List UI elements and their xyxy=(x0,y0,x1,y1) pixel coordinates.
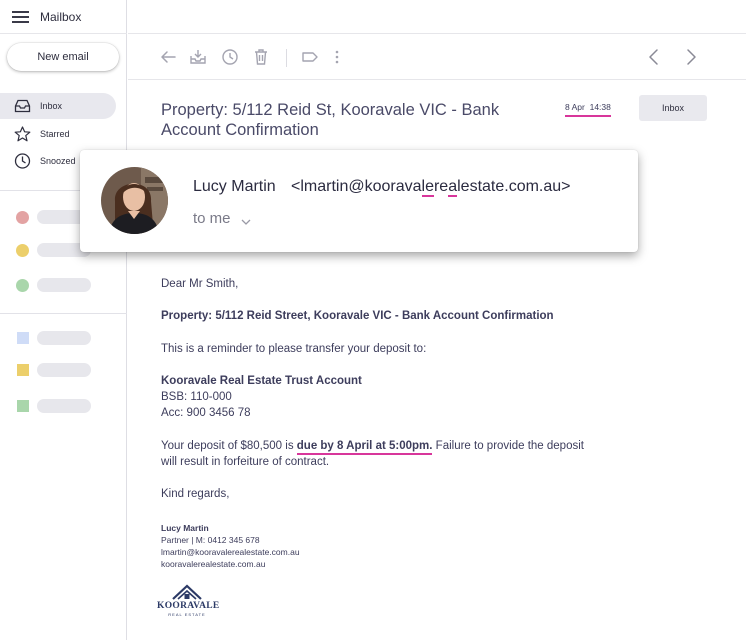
deposit-due-highlight: due by 8 April at 5:00pm. xyxy=(296,440,433,455)
email-subject: Property: 5/112 Reid St, Kooravale VIC -… xyxy=(161,101,500,139)
sender-email: <lmartin@kooravalerealestate.com.au> xyxy=(291,178,571,197)
label-color-dot xyxy=(16,244,29,257)
label-tag-icon[interactable] xyxy=(300,47,320,67)
sidebar-item-starred[interactable]: Starred xyxy=(0,121,116,147)
folder-color-square xyxy=(17,364,29,376)
account-name: Kooravale Real Estate Trust Account xyxy=(161,375,362,387)
sidebar: Mailbox New email Inbox Starred Snoozed xyxy=(0,0,127,640)
signature-website[interactable]: kooravalerealestate.com.au xyxy=(161,558,265,570)
sender-email-part: <lmartin@koorava xyxy=(291,178,422,195)
folder-color-square xyxy=(17,332,29,344)
sidebar-folder-item[interactable] xyxy=(16,362,116,378)
label-placeholder xyxy=(37,278,91,292)
sidebar-item-label: Inbox xyxy=(40,101,63,111)
company-logo: KOORAVALE REAL ESTATE xyxy=(157,583,220,619)
sidebar-divider xyxy=(0,313,127,314)
folder-placeholder xyxy=(37,363,91,377)
inbox-icon xyxy=(14,98,31,114)
email-greeting: Dear Mr Smith, xyxy=(161,278,239,290)
email-date: 8 Apr 14:38 xyxy=(565,102,611,117)
new-email-button[interactable]: New email xyxy=(7,43,119,71)
folder-placeholder xyxy=(37,399,91,413)
signoff: Kind regards, xyxy=(161,488,230,500)
email-heading: Property: 5/112 Reid Street, Kooravale V… xyxy=(161,310,554,322)
app-title: Mailbox xyxy=(40,10,82,24)
account-number: Acc: 900 3456 78 xyxy=(161,407,251,419)
archive-icon[interactable] xyxy=(188,47,208,67)
more-vertical-icon[interactable] xyxy=(327,47,347,67)
suspicious-highlight: a xyxy=(448,178,458,197)
sender-email-part: re xyxy=(433,178,449,195)
house-logo-icon xyxy=(172,584,202,600)
prev-chevron-icon[interactable] xyxy=(644,47,664,67)
sidebar-item-inbox[interactable]: Inbox xyxy=(0,93,116,119)
suspicious-highlight: le xyxy=(421,178,434,197)
chevron-down-icon[interactable] xyxy=(241,213,251,225)
email-time: 14:38 xyxy=(589,102,611,112)
deposit-paragraph: Your deposit of $80,500 is due by 8 Apri… xyxy=(161,438,584,455)
sidebar-folder-item[interactable] xyxy=(16,330,116,346)
deposit-text: Failure to provide the deposit xyxy=(432,440,584,452)
logo-subtitle: REAL ESTATE xyxy=(168,612,206,617)
sender-email-part: lestate.com.au> xyxy=(457,178,571,195)
sidebar-label-item[interactable] xyxy=(16,277,116,293)
sidebar-item-label: Snoozed xyxy=(40,156,76,166)
sidebar-folder-item[interactable] xyxy=(16,398,116,414)
account-bsb: BSB: 110-000 xyxy=(161,391,232,403)
email-date-day: 8 Apr xyxy=(565,102,585,112)
star-icon xyxy=(14,126,31,142)
next-chevron-icon[interactable] xyxy=(681,47,701,67)
label-color-dot xyxy=(16,211,29,224)
clock-icon xyxy=(14,153,31,169)
back-arrow-icon[interactable] xyxy=(158,47,178,67)
label-color-dot xyxy=(16,279,29,292)
signature-email[interactable]: lmartin@kooravalerealestate.com.au xyxy=(161,546,300,558)
sender-avatar xyxy=(101,167,168,234)
top-bar xyxy=(128,0,746,34)
deposit-line-2: will result in forfeiture of contract. xyxy=(161,456,330,468)
sender-card: Lucy Martin <lmartin@kooravalerealestate… xyxy=(80,150,638,252)
sender-name: Lucy Martin xyxy=(193,178,276,195)
folder-inbox-button[interactable]: Inbox xyxy=(639,95,707,121)
logo-wordmark: KOORAVALE xyxy=(157,601,220,611)
hamburger-menu-icon[interactable] xyxy=(12,11,29,23)
app-header: Mailbox xyxy=(0,0,127,34)
snooze-clock-icon[interactable] xyxy=(220,47,240,67)
email-reminder: This is a reminder to please transfer yo… xyxy=(161,343,427,355)
recipient-label: to me xyxy=(193,210,231,227)
folder-color-square xyxy=(17,400,29,412)
signature-name: Lucy Martin xyxy=(161,523,209,533)
deposit-text: Your deposit of $80,500 is xyxy=(161,440,297,452)
email-toolbar xyxy=(128,34,746,80)
folder-placeholder xyxy=(37,331,91,345)
toolbar-separator xyxy=(286,49,287,67)
signature-role: Partner | M: 0412 345 678 xyxy=(161,535,260,545)
sidebar-item-label: Starred xyxy=(40,129,70,139)
trash-icon[interactable] xyxy=(251,47,271,67)
